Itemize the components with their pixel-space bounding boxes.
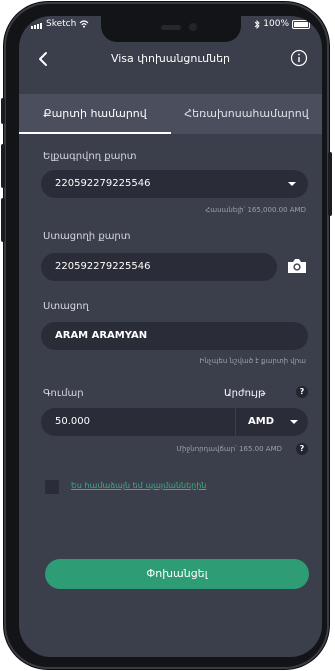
currency-label: Արժույթ <box>224 388 266 399</box>
recipient-hint: Ինչպես նշված է քարտի վրա <box>199 357 307 365</box>
chevron-down-icon <box>290 420 298 424</box>
carrier-name: Sketch <box>46 19 77 29</box>
page-title: Visa փոխանցումներ <box>110 52 231 65</box>
recipient-card-input[interactable]: 220592279225546 <box>41 253 277 281</box>
volume-up-button <box>1 144 5 188</box>
terms-link[interactable]: Ես համաձայն եմ պայմաններին <box>71 481 206 490</box>
fee-help-icon[interactable]: ? <box>296 443 308 455</box>
battery-icon <box>292 19 310 29</box>
amount-label: Գումար <box>43 388 84 399</box>
sender-card-value: 220592279225546 <box>55 178 151 189</box>
tab-by-phone-number[interactable]: Հեռախոսահամարով <box>171 94 322 134</box>
amount-input[interactable]: 50.000 <box>41 408 235 436</box>
phone-frame: Sketch 100% Visa փոխանցումներ Քարտի համա… <box>1 2 332 669</box>
recipient-name-value: ARAM ARAMYAN <box>55 330 148 341</box>
recipient-name-input[interactable]: ARAM ARAMYAN <box>41 322 308 350</box>
wifi-icon <box>79 20 89 28</box>
sender-card-label: Ելքագրվող քարտ <box>43 151 137 162</box>
recipient-card-label: Ստացողի քարտ <box>43 231 131 242</box>
front-camera <box>189 23 197 31</box>
recipient-card-value: 220592279225546 <box>55 261 151 272</box>
bluetooth-icon <box>254 19 260 29</box>
power-button <box>328 152 332 216</box>
mute-switch <box>1 98 5 124</box>
volume-down-button <box>1 198 5 242</box>
info-icon[interactable] <box>290 49 308 67</box>
tab-by-card-number[interactable]: Քարտի համարով <box>19 94 171 134</box>
camera-notch <box>101 16 241 42</box>
speaker-grille <box>161 25 181 30</box>
battery-percent: 100% <box>263 19 289 29</box>
signal-icon <box>31 19 43 29</box>
transfer-button[interactable]: Փոխանցել <box>45 559 309 589</box>
sender-card-select[interactable]: 220592279225546 <box>41 170 308 198</box>
currency-help-icon[interactable]: ? <box>296 386 308 398</box>
currency-select[interactable]: AMD <box>236 408 308 436</box>
terms-checkbox[interactable] <box>45 480 59 494</box>
tab-bar: Քարտի համարով Հեռախոսահամարով <box>19 94 322 134</box>
app-screen: Sketch 100% Visa փոխանցումներ Քարտի համա… <box>19 16 322 657</box>
available-balance-hint: Հասանելի՝ 165,000.00 AMD <box>205 206 306 214</box>
top-bar: Visa փոխանցումներ <box>19 42 322 76</box>
currency-value: AMD <box>248 416 274 427</box>
camera-scan-icon[interactable] <box>286 257 308 275</box>
recipient-label: Ստացող <box>43 301 89 312</box>
chevron-down-icon <box>288 182 296 186</box>
amount-value: 50.000 <box>55 416 90 427</box>
fee-hint: Միջնորդավճար՝ 165.00 AMD <box>176 445 282 453</box>
